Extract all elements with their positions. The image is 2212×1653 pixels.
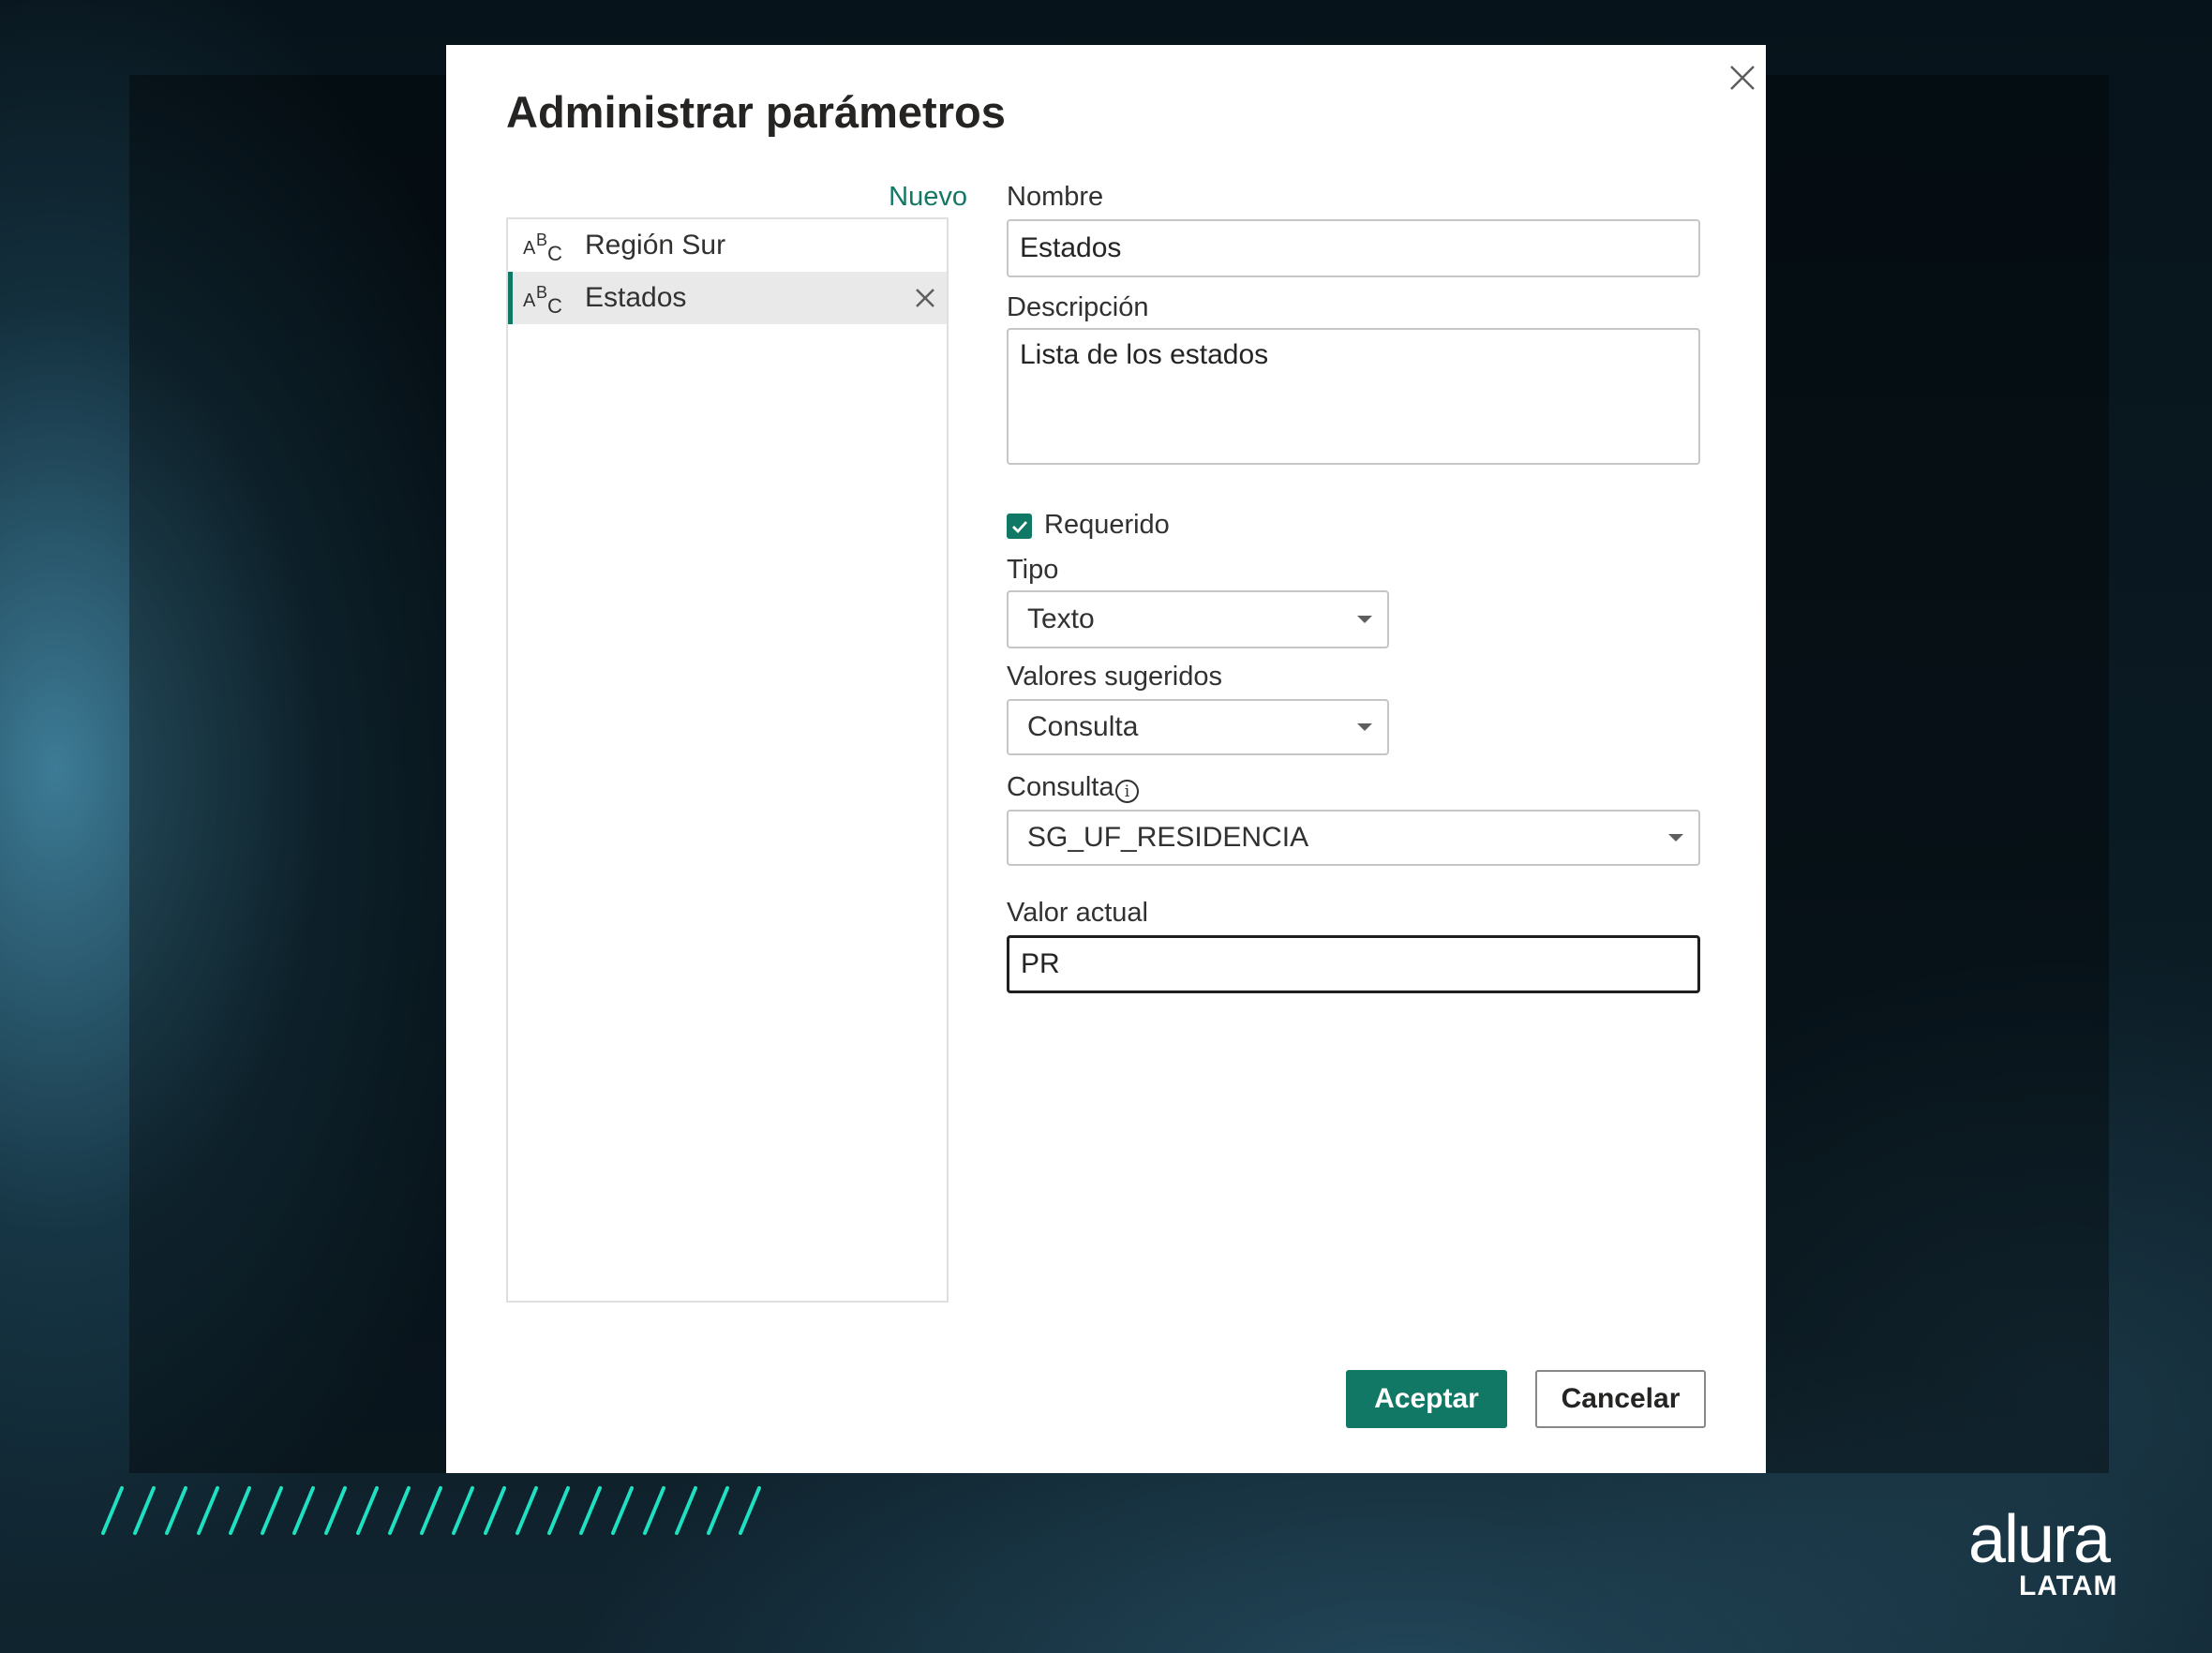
chevron-down-icon xyxy=(1357,723,1372,731)
text-type-icon: ABC xyxy=(523,231,562,265)
close-icon xyxy=(1730,66,1755,90)
accept-button[interactable]: Aceptar xyxy=(1346,1370,1507,1428)
logo-word: alura xyxy=(1968,1502,2111,1577)
parameter-item-region-sur[interactable]: ABC Región Sur xyxy=(508,219,947,272)
query-value: SG_UF_RESIDENCIA xyxy=(1027,822,1309,853)
current-value-input[interactable]: PR xyxy=(1007,935,1700,993)
type-select[interactable]: Texto xyxy=(1007,590,1389,648)
manage-parameters-dialog: Administrar parámetros Nuevo ABC Región … xyxy=(446,45,1766,1473)
suggested-values-value: Consulta xyxy=(1027,711,1139,742)
query-select[interactable]: SG_UF_RESIDENCIA xyxy=(1007,810,1700,866)
delete-icon xyxy=(916,289,934,307)
description-label: Descripción xyxy=(1007,292,1149,322)
type-value: Texto xyxy=(1027,603,1095,634)
info-icon[interactable]: i xyxy=(1115,780,1139,803)
delete-parameter-button[interactable] xyxy=(912,285,938,311)
cancel-button[interactable]: Cancelar xyxy=(1535,1370,1706,1428)
checkmark-icon xyxy=(1011,520,1027,533)
close-button[interactable] xyxy=(1719,54,1766,101)
logo-subtitle: LATAM xyxy=(2019,1571,2118,1601)
description-textarea[interactable]: Lista de los estados xyxy=(1007,328,1700,465)
current-value-label: Valor actual xyxy=(1007,898,1148,928)
required-label: Requerido xyxy=(1044,510,1170,540)
name-label: Nombre xyxy=(1007,182,1104,212)
suggested-values-select[interactable]: Consulta xyxy=(1007,699,1389,755)
alura-latam-logo: alura LATAM xyxy=(1968,1501,2118,1604)
name-input[interactable]: Estados xyxy=(1007,219,1700,277)
parameter-list: ABC Región Sur ABC Estados xyxy=(506,217,949,1303)
decorative-slashes xyxy=(101,1486,761,1535)
required-checkbox[interactable] xyxy=(1007,514,1032,539)
parameter-item-estados[interactable]: ABC Estados xyxy=(508,272,947,324)
parameter-label: Estados xyxy=(585,282,687,313)
text-type-icon: ABC xyxy=(523,283,562,318)
chevron-down-icon xyxy=(1668,834,1683,841)
chevron-down-icon xyxy=(1357,616,1372,623)
query-label: Consulta xyxy=(1007,772,1114,802)
dialog-title: Administrar parámetros xyxy=(506,87,1006,137)
type-label: Tipo xyxy=(1007,555,1059,585)
parameter-label: Región Sur xyxy=(585,230,726,261)
new-parameter-link[interactable]: Nuevo xyxy=(874,182,967,213)
suggested-values-label: Valores sugeridos xyxy=(1007,662,1222,692)
